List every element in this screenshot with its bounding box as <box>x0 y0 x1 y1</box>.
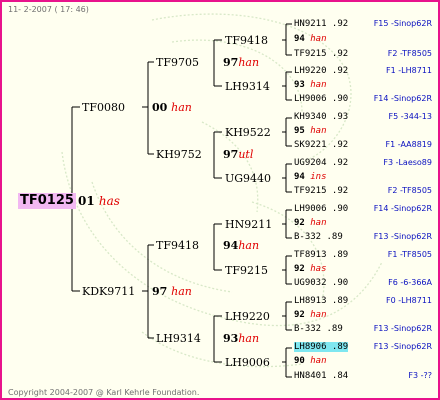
l4-group-0-dam-origin: F2 -TF8505 <box>387 49 432 58</box>
l4-4-year-value: 92 <box>294 218 305 228</box>
l4-7-year-value: 90 <box>294 356 305 366</box>
l4-group-6-year: 92 han <box>294 310 327 320</box>
l4-1-queen-marker: han <box>310 80 327 90</box>
l3-node-6-name: LH9220 <box>225 310 270 323</box>
l1-0-queen-marker: han <box>171 101 192 114</box>
l4-group-0-sire-origin: F15 -Sinop62R <box>373 19 432 28</box>
l4-group-2-year: 95 han <box>294 126 327 136</box>
l1-1-year-value: 97 <box>152 285 168 298</box>
l4-6-queen-marker: han <box>310 310 327 320</box>
l2-2-queen-marker: han <box>238 239 260 252</box>
l4-group-6-sire-origin: F0 -LH8711 <box>386 296 432 305</box>
l4-group-1-sire-origin: F1 -LH8711 <box>386 66 432 75</box>
l4-group-1-year: 93 han <box>294 80 327 90</box>
l4-group-6-dam-origin: F13 -Sinop62R <box>373 324 432 333</box>
l1-0-year-value: 00 <box>152 101 168 114</box>
l2-node-3-year: 93han <box>223 332 259 345</box>
l4-4-queen-marker: han <box>310 218 327 228</box>
l3-node-7-name: LH9006 <box>225 356 270 369</box>
date-header: 11- 2-2007 ( 17: 46) <box>8 5 89 14</box>
l4-group-7-dam-origin: F3 -?? <box>408 371 432 380</box>
root-year-value: 01 <box>78 194 95 208</box>
l4-group-4-year: 92 han <box>294 218 327 228</box>
l3-node-2-name: KH9522 <box>225 126 271 139</box>
l4-group-4-sire-origin: F14 -Sinop62R <box>373 204 432 213</box>
l4-group-3-sire-origin: F3 -Laeso89 <box>383 158 432 167</box>
l4-0-queen-marker: han <box>310 34 327 44</box>
l4-3-year-value: 94 <box>294 172 305 182</box>
l1-node-0-year: 00 han <box>152 101 192 114</box>
l4-group-4-dam-origin: F13 -Sinop62R <box>373 232 432 241</box>
l4-group-0-year: 94 han <box>294 34 327 44</box>
l3-node-3-name: UG9440 <box>225 172 272 185</box>
l4-7-queen-marker: han <box>310 356 327 366</box>
l4-group-2-dam-origin: F1 -AA8819 <box>385 140 432 149</box>
l2-node-2-name: TF9418 <box>156 239 199 252</box>
l1-node-0-name: TF0080 <box>82 101 125 114</box>
l2-0-year-value: 97 <box>223 56 239 69</box>
l2-node-1-year: 97utl <box>223 148 253 161</box>
root-queen-marker: has <box>98 194 120 208</box>
l1-1-queen-marker: han <box>171 285 192 298</box>
l4-group-5-year: 92 has <box>294 264 327 274</box>
l4-2-year-value: 95 <box>294 126 305 136</box>
l3-node-0-name: TF9418 <box>225 34 268 47</box>
l2-node-0-year: 97han <box>223 56 259 69</box>
l2-node-0-name: TF9705 <box>156 56 199 69</box>
l4-group-2-sire-origin: F5 -344-13 <box>388 112 432 121</box>
l3-node-4-name: HN9211 <box>225 218 273 231</box>
l2-0-queen-marker: han <box>238 56 260 69</box>
l4-3-queen-marker: ins <box>310 172 327 182</box>
l4-1-year-value: 93 <box>294 80 305 90</box>
l2-1-queen-marker: utl <box>238 148 254 161</box>
pedigree-frame: 11- 2-2007 ( 17: 46) Copyright 2004-2007… <box>0 0 440 400</box>
l1-node-1-year: 97 han <box>152 285 192 298</box>
l4-group-5-sire-origin: F1 -TF8505 <box>387 250 432 259</box>
l2-3-year-value: 93 <box>223 332 239 345</box>
l4-5-queen-marker: has <box>310 264 327 274</box>
l4-group-3-year: 94 ins <box>294 172 327 182</box>
l4-6-year-value: 92 <box>294 310 305 320</box>
l2-node-3-name: LH9314 <box>156 332 201 345</box>
l4-group-7-sire-origin: F13 -Sinop62R <box>373 342 432 351</box>
l3-node-1-name: LH9314 <box>225 80 270 93</box>
copyright-footer: Copyright 2004-2007 @ Karl Kehrle Founda… <box>8 388 200 397</box>
l3-node-5-name: TF9215 <box>225 264 268 277</box>
l4-2-queen-marker: han <box>310 126 327 136</box>
l4-group-3-dam-origin: F2 -TF8505 <box>387 186 432 195</box>
l4-group-7-year: 90 han <box>294 356 327 366</box>
l2-2-year-value: 94 <box>223 239 239 252</box>
l4-0-year-value: 94 <box>294 34 305 44</box>
root-queen-name: TF0125 <box>18 193 76 209</box>
root-queen-year: 01 has <box>78 194 120 208</box>
l1-node-1-name: KDK9711 <box>82 285 136 298</box>
l2-node-2-year: 94han <box>223 239 259 252</box>
l2-3-queen-marker: han <box>238 332 260 345</box>
l4-group-1-dam-origin: F14 -Sinop62R <box>373 94 432 103</box>
l2-node-1-name: KH9752 <box>156 148 202 161</box>
l4-5-year-value: 92 <box>294 264 305 274</box>
l4-group-5-dam-origin: F6 -6-366A <box>388 278 432 287</box>
l2-1-year-value: 97 <box>223 148 239 161</box>
